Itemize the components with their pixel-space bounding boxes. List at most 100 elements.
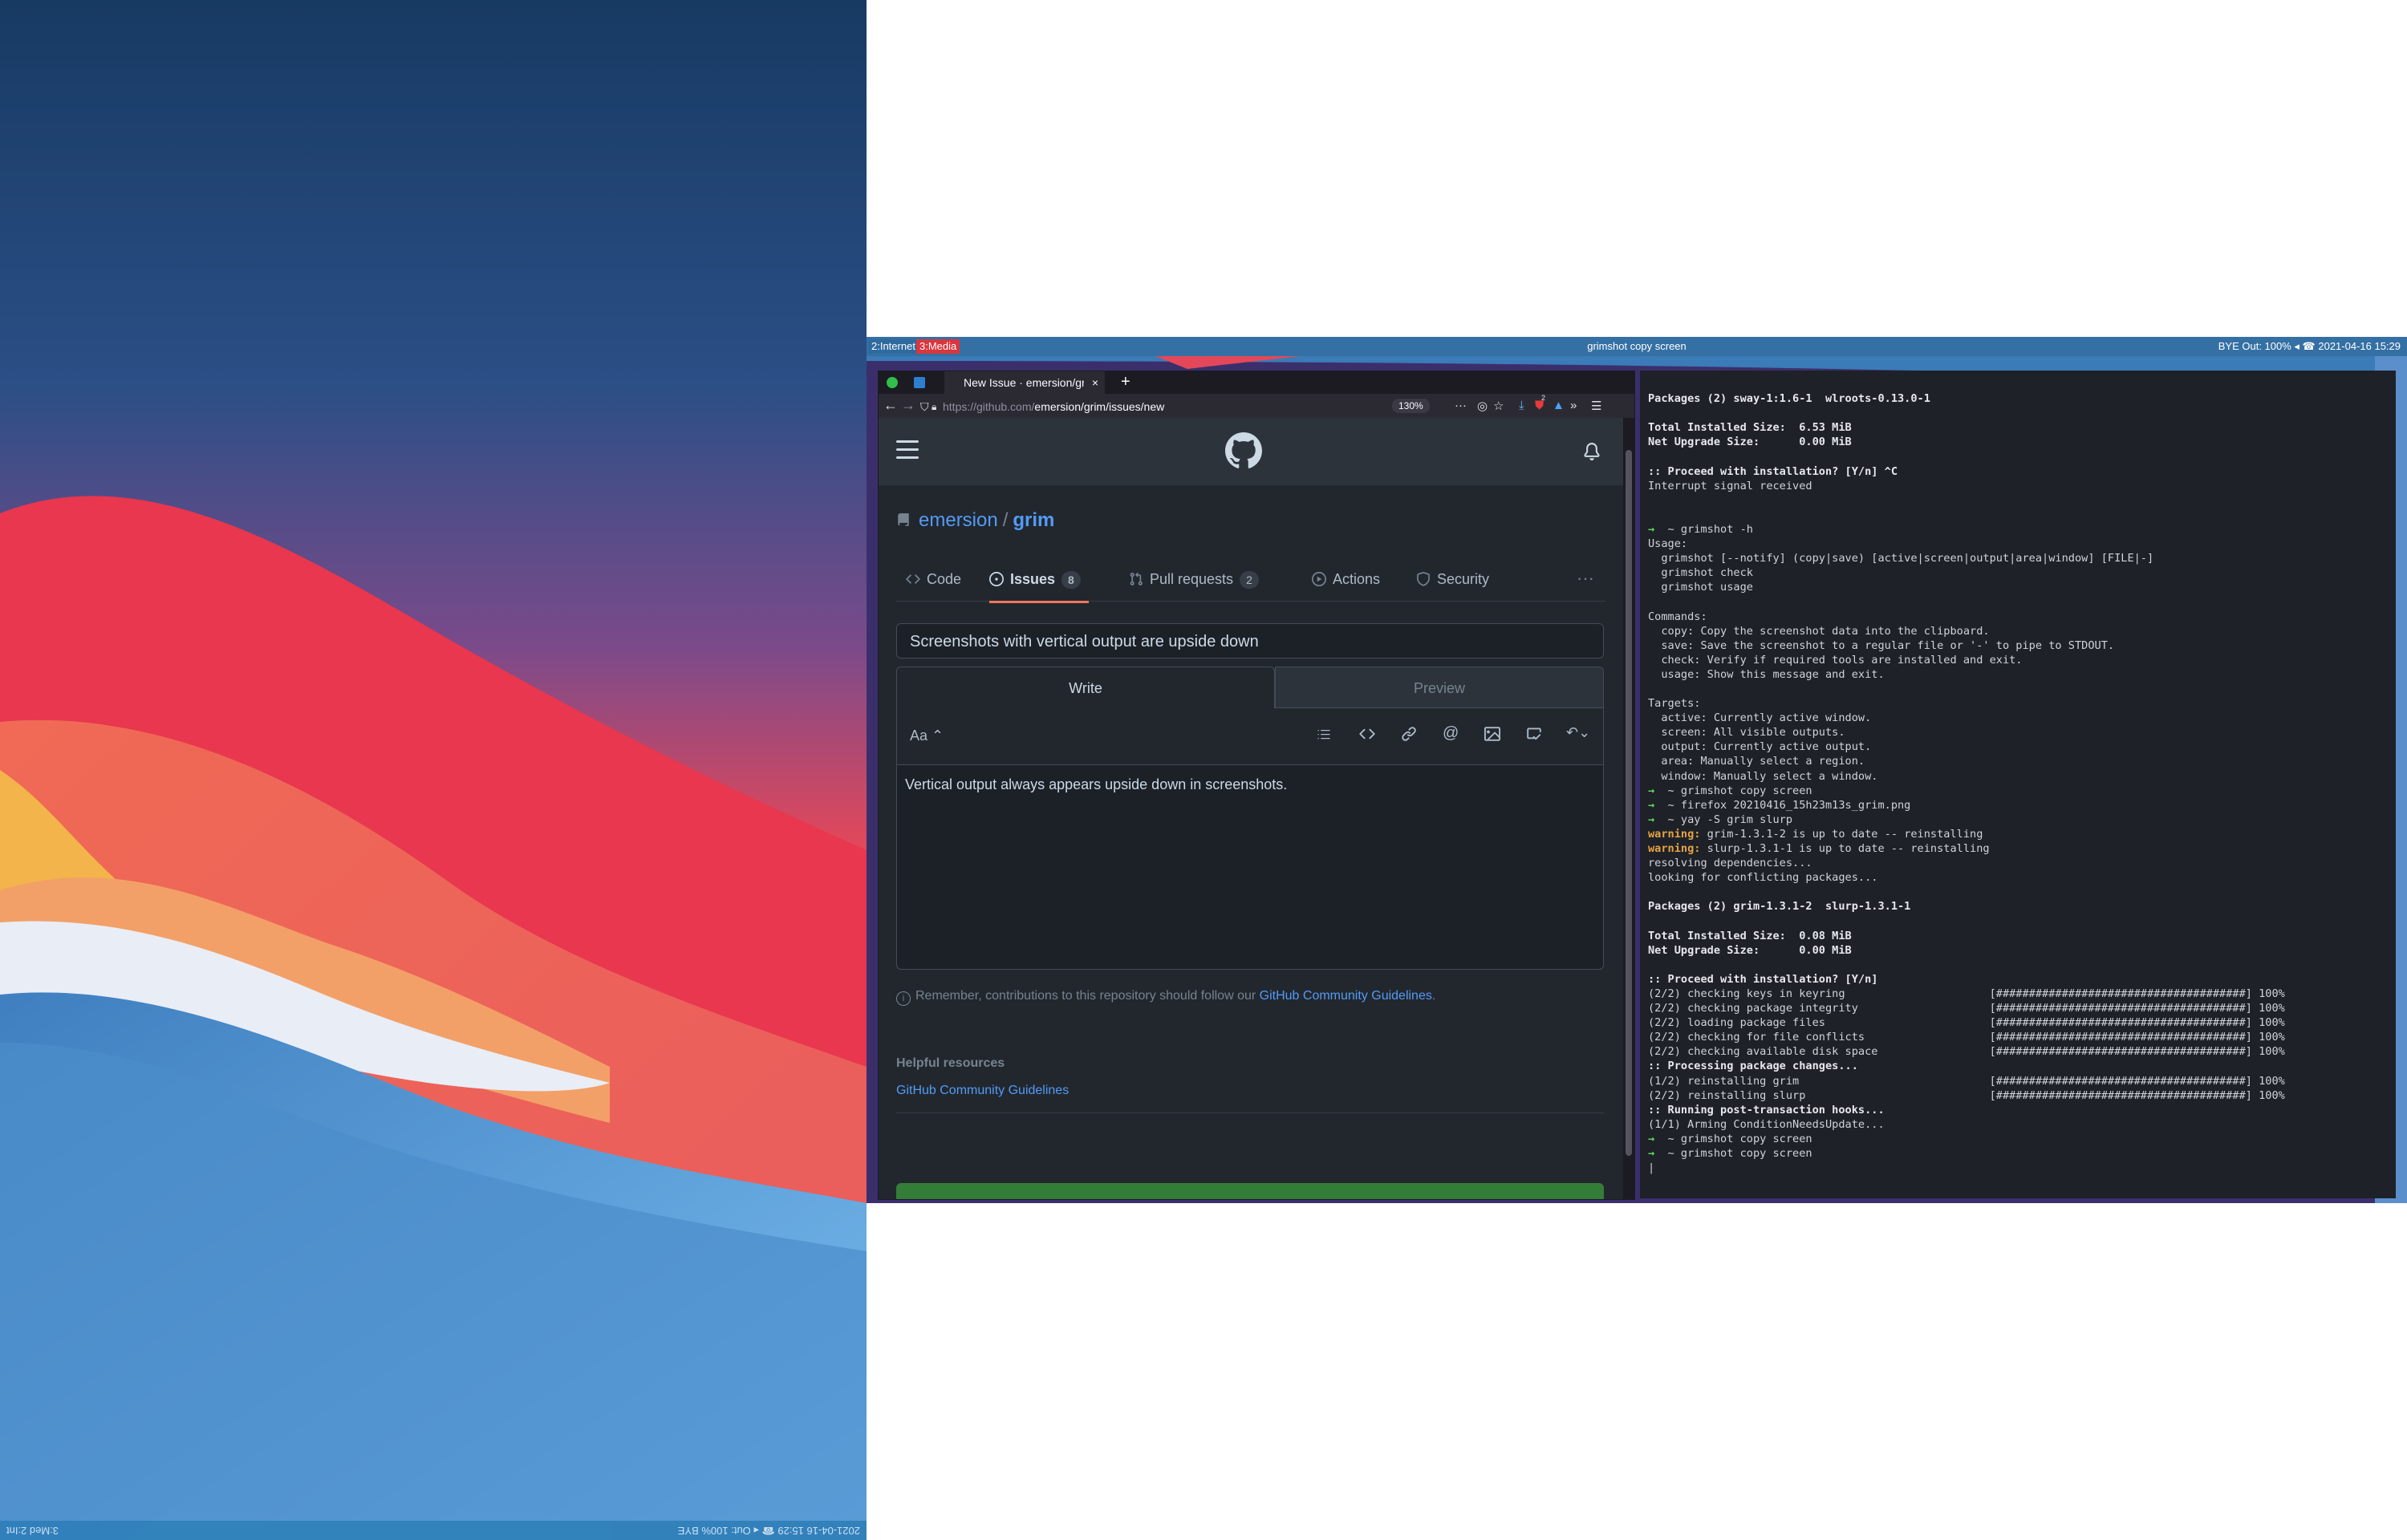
issue-title-input[interactable]: Screenshots with vertical output are ups… xyxy=(896,623,1604,659)
active-tab[interactable]: New Issue · emersion/grim × xyxy=(944,371,1105,394)
terminal-line: Packages (2) sway-1:1.6-1 wlroots-0.13.0… xyxy=(1648,392,1930,406)
repo-icon xyxy=(896,509,911,532)
community-guidelines-link[interactable]: GitHub Community Guidelines xyxy=(1260,989,1432,1003)
bookmark-star-icon[interactable]: ☆ xyxy=(1493,399,1504,413)
forward-arrow-icon[interactable]: → xyxy=(901,397,915,414)
tab-code[interactable]: Code xyxy=(906,559,961,601)
code-icon[interactable] xyxy=(1359,726,1375,742)
terminal-line: → ~ grimshot -h xyxy=(1648,522,1753,536)
outlook-tab-icon[interactable] xyxy=(914,377,925,388)
terminal-window[interactable]: Packages (2) sway-1:1.6-1 wlroots-0.13.0… xyxy=(1640,371,2396,1198)
terminal-line: (1/1) Arming ConditionNeedsUpdate... xyxy=(1648,1117,1885,1131)
tab-pull-requests-label: Pull requests xyxy=(1150,571,1234,587)
hamburger-menu-icon[interactable] xyxy=(896,440,919,464)
code-icon xyxy=(906,574,920,584)
text-size-button[interactable]: Aa ⌃ xyxy=(910,727,944,744)
write-tab[interactable]: Write xyxy=(896,667,1275,708)
pull-request-icon xyxy=(1130,572,1143,586)
repo-nav-tabs: Code Issues 8 Pull requests 2 Actions Secu… xyxy=(896,559,1605,603)
url-field[interactable]: https://github.com/emersion/grim/issues/… xyxy=(943,400,1164,413)
downloads-icon[interactable]: ⤓ xyxy=(1519,399,1524,412)
helpful-resources-heading: Helpful resources xyxy=(896,1056,1005,1070)
new-tab-button[interactable]: + xyxy=(1121,373,1130,391)
zoom-level-button[interactable]: 130% xyxy=(1392,399,1430,413)
tab-pull-requests[interactable]: Pull requests 2 xyxy=(1129,559,1259,601)
pocket-icon[interactable]: ◎ xyxy=(1477,399,1488,413)
terminal-line: (2/2) checking available disk space [###… xyxy=(1648,1045,2285,1059)
terminal-line: usage: Show this message and exit. xyxy=(1648,667,1885,681)
tab-actions[interactable]: Actions xyxy=(1312,559,1380,601)
info-icon: i xyxy=(896,991,911,1006)
play-icon xyxy=(1312,572,1326,586)
scrollbar-thumb[interactable] xyxy=(1626,450,1632,1156)
terminal-line: copy: Copy the screenshot data into the … xyxy=(1648,624,1990,638)
tab-actions-label: Actions xyxy=(1333,571,1381,587)
page-actions-icon[interactable]: ··· xyxy=(1455,399,1467,412)
terminal-line: active: Currently active window. xyxy=(1648,711,1872,725)
text-size-label: Aa xyxy=(910,727,928,744)
image-icon[interactable] xyxy=(1484,726,1500,742)
helpful-guidelines-link[interactable]: GitHub Community Guidelines xyxy=(896,1084,1069,1098)
submit-new-issue-button[interactable] xyxy=(896,1183,1604,1199)
back-arrow-icon[interactable]: ← xyxy=(883,397,898,414)
notifications-bell-icon[interactable] xyxy=(1583,442,1601,461)
issue-body-textarea[interactable]: Vertical output always appears upside do… xyxy=(896,764,1604,970)
list-ordered-icon[interactable] xyxy=(1316,726,1332,742)
tab-strip: New Issue · emersion/grim × + xyxy=(879,371,1634,394)
terminal-line: screen: All visible outputs. xyxy=(1648,726,1845,740)
lock-icon[interactable]: 🔒︎ xyxy=(932,401,936,413)
terminal-line: → ~ grimshot copy screen xyxy=(1648,784,1812,797)
terminal-line: (2/2) checking package integrity [######… xyxy=(1648,1002,2285,1015)
ublock-badge: 2 xyxy=(1541,394,1546,402)
more-tabs-button[interactable]: ··· xyxy=(1577,559,1594,598)
overflow-chevron-icon[interactable]: » xyxy=(1570,399,1577,412)
terminal-line: (2/2) loading package files [###########… xyxy=(1648,1016,2285,1030)
github-header xyxy=(879,418,1623,485)
terminal-line: Packages (2) grim-1.3.1-2 slurp-1.3.1-1 xyxy=(1648,900,1911,914)
mention-icon[interactable]: @ xyxy=(1443,724,1459,743)
terminal-line: (2/2) checking for file conflicts [#####… xyxy=(1648,1031,2285,1044)
wallpaper-art xyxy=(0,0,867,1540)
terminal-line: Total Installed Size: 0.08 MiB xyxy=(1648,929,1852,942)
tab-code-label: Code xyxy=(927,571,962,587)
tab-close-icon[interactable]: × xyxy=(1092,371,1098,394)
terminal-line: :: Proceed with installation? [Y/n] xyxy=(1648,972,1878,986)
pulls-count-badge: 2 xyxy=(1240,571,1259,589)
github-logo-icon[interactable] xyxy=(1225,432,1262,469)
terminal-line: grimshot usage xyxy=(1648,581,1753,594)
tab-issues[interactable]: Issues 8 xyxy=(989,559,1089,603)
page-scrollbar[interactable] xyxy=(1623,418,1634,1199)
terminal-line: Targets: xyxy=(1648,697,1701,711)
tab-security[interactable]: Security xyxy=(1416,559,1489,601)
terminal-line: | xyxy=(1648,1161,1655,1175)
link-icon[interactable] xyxy=(1401,726,1417,742)
menu-icon[interactable]: ☰ xyxy=(1591,399,1601,413)
terminal-output: Packages (2) sway-1:1.6-1 wlroots-0.13.0… xyxy=(1648,377,2285,1175)
shield-icon[interactable]: ⛉ xyxy=(920,400,929,414)
terminal-line: grimshot check xyxy=(1648,566,1753,580)
breadcrumb-separator: / xyxy=(1002,509,1009,531)
terminal-line: :: Proceed with installation? [Y/n] ^C xyxy=(1648,464,1898,478)
terminal-line: → ~ grimshot copy screen xyxy=(1648,1146,1812,1160)
terminal-line: check: Verify if required tools are inst… xyxy=(1648,653,2023,667)
status-right: BYE Out: 100% ◂ ☎ 2021-04-16 15:29 xyxy=(2218,340,2401,352)
repo-name-link[interactable]: grim xyxy=(1013,509,1054,531)
preview-tab[interactable]: Preview xyxy=(1275,667,1604,708)
terminal-line: (2/2) checking keys in keyring [########… xyxy=(1648,987,2285,1000)
terminal-line: → ~ firefox 20210416_15h23m13s_grim.png xyxy=(1648,798,1911,812)
terminal-line: looking for conflicting packages... xyxy=(1648,871,1878,885)
whatsapp-tab-icon[interactable] xyxy=(887,377,898,388)
repo-owner-link[interactable]: emersion xyxy=(919,509,998,531)
main-output: 2:Internet 3:Media grimshot copy screen … xyxy=(867,337,2407,1203)
cross-reference-icon[interactable] xyxy=(1526,726,1542,742)
extension-drop-icon[interactable]: ▲ xyxy=(1553,399,1565,412)
reply-undo-icon[interactable]: ↶⌄ xyxy=(1566,724,1590,741)
terminal-line: Net Upgrade Size: 0.00 MiB xyxy=(1648,943,1852,957)
terminal-line: grimshot [--notify] (copy|save) [active|… xyxy=(1648,552,2154,565)
terminal-line: Usage: xyxy=(1648,537,1688,551)
